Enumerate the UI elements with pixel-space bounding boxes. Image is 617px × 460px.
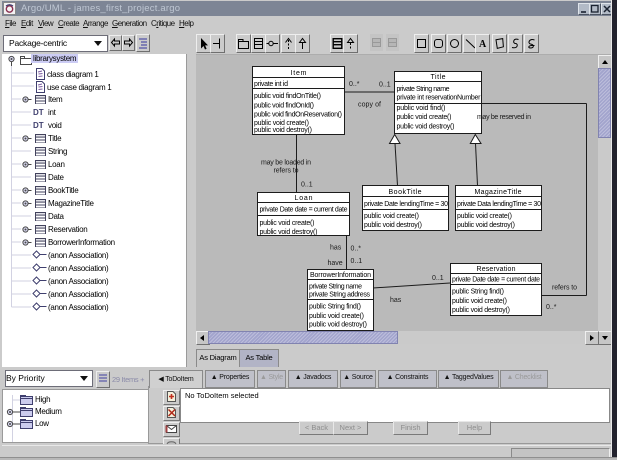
svg-text:has: has — [330, 245, 342, 252]
svg-text:has: has — [390, 297, 402, 304]
svg-text:have: have — [328, 260, 343, 267]
svg-text:Item: Item — [291, 70, 307, 77]
svg-text:private int id: private int id — [254, 81, 288, 88]
svg-text:0..*: 0..* — [546, 304, 557, 311]
svg-text:BookTitle: BookTitle — [389, 189, 422, 196]
svg-text:private String address: private String address — [309, 292, 371, 299]
svg-text:0..1: 0..1 — [432, 275, 444, 282]
svg-text:0..1: 0..1 — [351, 258, 363, 265]
svg-text:Loan: Loan — [295, 195, 313, 202]
svg-text:may be reserved in: may be reserved in — [477, 114, 531, 121]
svg-text:public void create(): public void create() — [452, 298, 507, 305]
svg-text:private String name: private String name — [397, 86, 450, 93]
svg-text:public void findOnId(): public void findOnId() — [254, 102, 314, 109]
svg-text:refers to: refers to — [274, 168, 299, 175]
svg-text:public void findOnTitle(): public void findOnTitle() — [254, 93, 321, 100]
svg-text:may be loaded in: may be loaded in — [261, 160, 311, 167]
svg-text:private Date date = current da: private Date date = current date — [260, 207, 348, 214]
svg-text:public void create(): public void create() — [309, 313, 364, 320]
svg-text:public void findOnReservation(: public void findOnReservation() — [254, 112, 342, 119]
svg-text:refers to: refers to — [552, 285, 577, 292]
svg-text:public String find(): public String find() — [452, 288, 504, 295]
svg-text:0..*: 0..* — [349, 81, 360, 88]
svg-text:MagazineTitle: MagazineTitle — [475, 189, 522, 196]
svg-text:public void destroy(): public void destroy() — [254, 127, 312, 134]
svg-text:public String find(): public String find() — [309, 304, 361, 311]
svg-text:public void destroy(): public void destroy() — [452, 307, 510, 314]
svg-text:public void create(): public void create() — [260, 220, 315, 227]
svg-text:A: A — [479, 39, 487, 50]
svg-text:public void create(): public void create() — [457, 213, 512, 220]
svg-text:private String name: private String name — [309, 283, 362, 290]
svg-text:public void destroy(): public void destroy() — [309, 322, 367, 329]
svg-text:0..1: 0..1 — [379, 82, 391, 89]
svg-text:public void destroy(): public void destroy() — [397, 124, 455, 131]
svg-text:BorrowerInformation: BorrowerInformation — [310, 272, 371, 279]
svg-text:public void destroy(): public void destroy() — [457, 222, 515, 229]
svg-text:0..*: 0..* — [351, 246, 362, 253]
svg-text:public void destroy(): public void destroy() — [364, 222, 422, 229]
svg-text:0..1: 0..1 — [301, 182, 313, 189]
svg-text:private Data lendingTime = 30: private Data lendingTime = 30 — [457, 201, 541, 208]
svg-text:copy of: copy of — [358, 102, 381, 109]
svg-text:public void create(): public void create() — [397, 114, 452, 121]
svg-text:private int reservationNumber: private int reservationNumber — [397, 95, 482, 102]
svg-text:public void find(): public void find() — [397, 105, 446, 112]
svg-text:private Date lendingTime = 30: private Date lendingTime = 30 — [364, 201, 448, 208]
svg-text:private Date date = current da: private Date date = current date — [452, 277, 540, 284]
svg-text:Title: Title — [431, 74, 446, 81]
svg-text:Reservation: Reservation — [477, 266, 516, 273]
svg-text:public void destroy(): public void destroy() — [260, 229, 318, 236]
svg-text:public void create(): public void create() — [364, 213, 419, 220]
svg-text:public void create(): public void create() — [254, 120, 309, 127]
